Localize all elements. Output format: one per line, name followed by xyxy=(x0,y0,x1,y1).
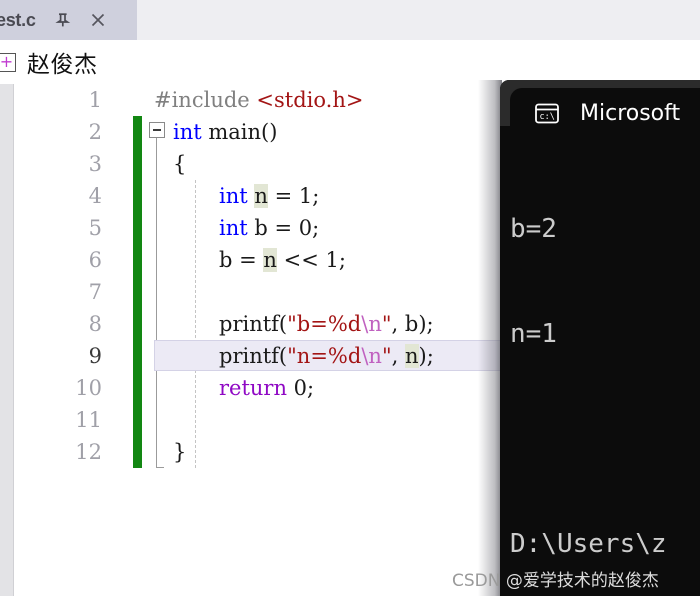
cmd-prompt-icon: c:\ xyxy=(532,98,562,128)
token-rest: = 0; xyxy=(267,216,320,240)
token-brace: } xyxy=(173,440,187,464)
console-title-label: Microsoft xyxy=(580,100,681,126)
editor-tab-strip: est.c xyxy=(0,0,700,40)
token-call: printf( xyxy=(219,344,288,368)
line-content: printf("b=%d\n", b); xyxy=(219,308,434,340)
watermark-site: CSDN xyxy=(452,571,501,591)
token-identifier-highlighted: n xyxy=(404,344,419,368)
line-content: } xyxy=(173,436,186,468)
tab-test-c[interactable]: est.c xyxy=(0,0,137,40)
screenshot-root: est.c + 赵俊杰 1 #include <stdio.h> 2 int m… xyxy=(0,0,700,596)
token-identifier-highlighted: n xyxy=(254,184,268,208)
pin-icon[interactable] xyxy=(54,11,72,29)
plus-box-icon[interactable]: + xyxy=(0,52,16,72)
token-rest: 0; xyxy=(287,376,315,400)
line-content: int main() xyxy=(173,116,277,148)
token-function: main() xyxy=(201,120,278,144)
console-output-line: b=2 xyxy=(510,214,557,244)
line-number: 10 xyxy=(75,376,102,400)
token-keyword: int xyxy=(173,120,202,144)
line-number: 1 xyxy=(88,88,102,112)
line-number: 8 xyxy=(88,312,102,336)
token-brace: { xyxy=(173,152,187,176)
line-number: 12 xyxy=(75,440,102,464)
svg-text:c:\: c:\ xyxy=(540,112,555,122)
token-escape: \n xyxy=(361,344,382,368)
token-rest: = 1; xyxy=(267,184,320,208)
token-identifier-highlighted: n xyxy=(263,248,277,272)
tab-label: est.c xyxy=(0,9,36,30)
line-number: 9 xyxy=(88,344,102,368)
line-number: 4 xyxy=(88,184,102,208)
token-string-end: " xyxy=(381,312,392,336)
token-keyword: int xyxy=(219,216,248,240)
console-title-row: c:\ Microsoft xyxy=(510,88,700,138)
token-rest: << 1; xyxy=(276,248,346,272)
line-content: printf("n=%d\n", n); xyxy=(219,340,434,372)
token-escape: \n xyxy=(361,312,382,336)
line-content: int b = 0; xyxy=(219,212,319,244)
line-content: return 0; xyxy=(219,372,314,404)
token-control-keyword: return xyxy=(219,376,287,400)
breadcrumb: + 赵俊杰 xyxy=(0,40,700,84)
close-icon[interactable] xyxy=(88,10,108,30)
console-output-line-blank xyxy=(510,422,700,457)
line-content: { xyxy=(173,148,186,180)
token-string: "b=%d xyxy=(287,312,362,336)
token-args: , b); xyxy=(391,312,434,336)
line-number: 7 xyxy=(88,280,102,304)
token-preprocessor: #include xyxy=(154,88,250,112)
console-window[interactable]: c:\ Microsoft b=2 n=1 D:\Users\z 按任意键关 xyxy=(500,80,700,596)
token-identifier: b xyxy=(254,216,268,240)
token-args-pre: , xyxy=(391,344,405,368)
token-string: "n=%d xyxy=(287,344,362,368)
token-keyword: int xyxy=(219,184,248,208)
console-output: b=2 n=1 D:\Users\z 按任意键关 xyxy=(510,142,700,596)
token-header: <stdio.h> xyxy=(256,88,364,112)
line-content: int n = 1; xyxy=(219,180,319,212)
line-number: 3 xyxy=(88,152,102,176)
line-content: #include <stdio.h> xyxy=(154,84,363,116)
line-number: 6 xyxy=(88,248,102,272)
line-number: 2 xyxy=(88,120,102,144)
console-output-line: D:\Users\z xyxy=(510,529,667,559)
editor-left-margin xyxy=(0,84,13,596)
token-args-post: ); xyxy=(418,344,434,368)
token-string-end: " xyxy=(381,344,392,368)
token-lhs: b = xyxy=(219,248,264,272)
line-number: 5 xyxy=(88,216,102,240)
watermark-user: @爱学技术的赵俊杰 xyxy=(505,571,659,591)
line-number: 11 xyxy=(75,408,102,432)
token-call: printf( xyxy=(219,312,288,336)
watermark: CSDN @爱学技术的赵俊杰 xyxy=(452,566,659,591)
console-output-line: n=1 xyxy=(510,319,557,349)
line-content: b = n << 1; xyxy=(219,244,346,276)
breadcrumb-label: 赵俊杰 xyxy=(27,52,98,78)
